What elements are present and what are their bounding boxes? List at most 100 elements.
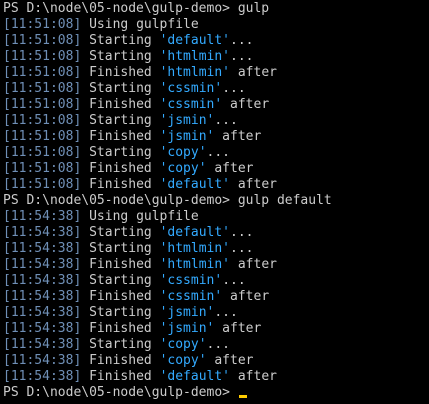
timestamp: [11:54:38] bbox=[3, 369, 82, 384]
cursor-caret[interactable] bbox=[238, 395, 247, 398]
task-verb: Starting bbox=[81, 81, 160, 96]
log-line: [11:54:38] Using gulpfile bbox=[3, 209, 429, 225]
timestamp: [11:54:38] bbox=[3, 209, 82, 224]
task-suffix: ... bbox=[230, 33, 254, 48]
task-verb: Finished bbox=[81, 177, 160, 192]
command-text: gulp bbox=[237, 1, 270, 16]
task-suffix: after bbox=[222, 289, 270, 304]
task-name: 'copy' bbox=[159, 337, 207, 352]
task-suffix: after bbox=[230, 65, 277, 80]
timestamp: [11:54:38] bbox=[3, 289, 82, 304]
task-line: [11:54:38] Finished 'htmlmin' after bbox=[3, 257, 429, 273]
task-suffix: ... bbox=[214, 305, 238, 320]
task-suffix: ... bbox=[222, 273, 246, 288]
task-suffix: ... bbox=[230, 49, 254, 64]
task-line: [11:54:38] Starting 'default'... bbox=[3, 225, 429, 241]
task-suffix: ... bbox=[206, 337, 231, 352]
task-name: 'jsmin' bbox=[159, 129, 215, 144]
timestamp: [11:51:08] bbox=[3, 17, 82, 32]
task-name: 'jsmin' bbox=[159, 113, 215, 128]
task-line: [11:51:08] Finished 'default' after bbox=[3, 177, 429, 193]
task-verb: Finished bbox=[81, 65, 160, 80]
task-suffix: after bbox=[230, 369, 277, 384]
task-suffix: after bbox=[230, 257, 277, 272]
timestamp: [11:54:38] bbox=[3, 241, 82, 256]
task-suffix: ... bbox=[222, 81, 246, 96]
timestamp: [11:54:38] bbox=[3, 273, 82, 288]
timestamp: [11:51:08] bbox=[3, 33, 82, 48]
task-line: [11:51:08] Starting 'htmlmin'... bbox=[3, 49, 429, 65]
task-suffix: after bbox=[206, 353, 254, 368]
prompt-path: PS D:\node\05-node\gulp-demo> bbox=[3, 385, 238, 400]
task-verb: Finished bbox=[81, 257, 160, 272]
timestamp: [11:54:38] bbox=[3, 337, 82, 352]
task-line: [11:51:08] Starting 'cssmin'... bbox=[3, 81, 429, 97]
task-line: [11:54:38] Starting 'jsmin'... bbox=[3, 305, 429, 321]
task-name: 'copy' bbox=[159, 161, 207, 176]
task-name: 'cssmin' bbox=[159, 273, 223, 288]
task-verb: Starting bbox=[81, 49, 160, 64]
task-name: 'copy' bbox=[159, 353, 207, 368]
task-name: 'cssmin' bbox=[159, 97, 223, 112]
prompt-line: PS D:\node\05-node\gulp-demo> bbox=[3, 385, 429, 401]
task-line: [11:51:08] Starting 'jsmin'... bbox=[3, 113, 429, 129]
task-verb: Starting bbox=[81, 241, 160, 256]
timestamp: [11:51:08] bbox=[3, 113, 82, 128]
prompt-path: PS D:\node\05-node\gulp-demo> bbox=[3, 1, 238, 16]
task-line: [11:51:08] Finished 'cssmin' after bbox=[3, 97, 429, 113]
task-name: 'default' bbox=[159, 177, 231, 192]
task-line: [11:51:08] Finished 'jsmin' after bbox=[3, 129, 429, 145]
timestamp: [11:54:38] bbox=[3, 257, 82, 272]
task-name: 'htmlmin' bbox=[159, 241, 231, 256]
task-verb: Starting bbox=[81, 225, 160, 240]
timestamp: [11:54:38] bbox=[3, 225, 82, 240]
task-line: [11:54:38] Starting 'cssmin'... bbox=[3, 273, 429, 289]
task-suffix: ... bbox=[214, 113, 238, 128]
task-name: 'jsmin' bbox=[159, 305, 215, 320]
task-line: [11:54:38] Finished 'default' after bbox=[3, 369, 429, 385]
task-verb: Starting bbox=[81, 113, 160, 128]
timestamp: [11:51:08] bbox=[3, 81, 82, 96]
log-text: Using gulpfile bbox=[81, 209, 199, 224]
task-line: [11:51:08] Finished 'htmlmin' after bbox=[3, 65, 429, 81]
task-line: [11:54:38] Starting 'copy'... bbox=[3, 337, 429, 353]
task-suffix: after bbox=[206, 161, 254, 176]
task-verb: Finished bbox=[81, 97, 160, 112]
timestamp: [11:54:38] bbox=[3, 353, 82, 368]
task-name: 'default' bbox=[159, 33, 231, 48]
task-name: 'copy' bbox=[159, 145, 207, 160]
task-verb: Finished bbox=[81, 369, 160, 384]
task-line: [11:54:38] Finished 'copy' after bbox=[3, 353, 429, 369]
task-line: [11:51:08] Starting 'default'... bbox=[3, 33, 429, 49]
task-verb: Finished bbox=[81, 353, 160, 368]
timestamp: [11:51:08] bbox=[3, 65, 82, 80]
task-verb: Starting bbox=[81, 33, 160, 48]
log-text: Using gulpfile bbox=[81, 17, 199, 32]
task-name: 'default' bbox=[159, 225, 231, 240]
command-text: gulp default bbox=[237, 193, 332, 208]
task-line: [11:51:08] Starting 'copy'... bbox=[3, 145, 429, 161]
task-suffix: ... bbox=[230, 225, 254, 240]
task-suffix: after bbox=[230, 177, 277, 192]
timestamp: [11:54:38] bbox=[3, 321, 82, 336]
task-name: 'htmlmin' bbox=[159, 65, 231, 80]
task-suffix: ... bbox=[230, 241, 254, 256]
task-verb: Finished bbox=[81, 161, 160, 176]
task-verb: Starting bbox=[81, 145, 160, 160]
task-verb: Finished bbox=[81, 289, 160, 304]
task-suffix: after bbox=[214, 321, 262, 336]
task-name: 'htmlmin' bbox=[159, 49, 231, 64]
task-line: [11:54:38] Finished 'cssmin' after bbox=[3, 289, 429, 305]
task-line: [11:54:38] Starting 'htmlmin'... bbox=[3, 241, 429, 257]
task-suffix: after bbox=[222, 97, 270, 112]
prompt-path: PS D:\node\05-node\gulp-demo> bbox=[3, 193, 238, 208]
prompt-line: PS D:\node\05-node\gulp-demo> gulp defau… bbox=[3, 193, 429, 209]
terminal-window[interactable]: PS D:\node\05-node\gulp-demo> gulp [11:51… bbox=[0, 0, 429, 404]
task-verb: Finished bbox=[81, 129, 160, 144]
task-suffix: after bbox=[214, 129, 262, 144]
task-verb: Starting bbox=[81, 337, 160, 352]
task-verb: Starting bbox=[81, 273, 160, 288]
timestamp: [11:51:08] bbox=[3, 145, 82, 160]
timestamp: [11:51:08] bbox=[3, 97, 82, 112]
task-line: [11:51:08] Finished 'copy' after bbox=[3, 161, 429, 177]
